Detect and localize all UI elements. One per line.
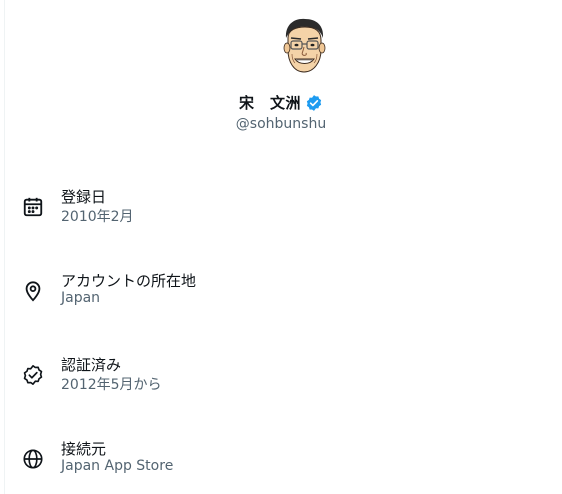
handle: @sohbunshu [235, 116, 327, 132]
globe-icon [22, 448, 44, 470]
detail-value: 2012年5月から [61, 377, 162, 393]
detail-value: Japan [61, 290, 101, 306]
detail-label: 認証済み [61, 356, 122, 374]
verified-check-icon [22, 364, 44, 386]
display-name-row: 宋 文洲 [0, 92, 562, 113]
detail-row-joined: 登録日 2010年2月 [0, 186, 562, 226]
profile-header: 宋 文洲 @sohbunshu [0, 0, 562, 150]
detail-row-location: アカウントの所在地 Japan [0, 270, 562, 310]
detail-row-connected-via: 接続元 Japan App Store [0, 438, 562, 478]
verified-badge-icon[interactable] [305, 94, 323, 112]
detail-value: 2010年2月 [61, 209, 134, 225]
detail-label: 登録日 [61, 188, 107, 206]
display-name[interactable]: 宋 文洲 [239, 92, 301, 113]
detail-row-verified: 認証済み 2012年5月から [0, 354, 562, 394]
avatar[interactable] [279, 16, 329, 78]
detail-label: 接続元 [61, 440, 107, 458]
detail-label: アカウントの所在地 [61, 272, 197, 290]
detail-value: Japan App Store [61, 458, 174, 474]
avatar-caricature-image [279, 16, 329, 78]
calendar-icon [22, 196, 44, 218]
location-pin-icon [22, 280, 44, 302]
